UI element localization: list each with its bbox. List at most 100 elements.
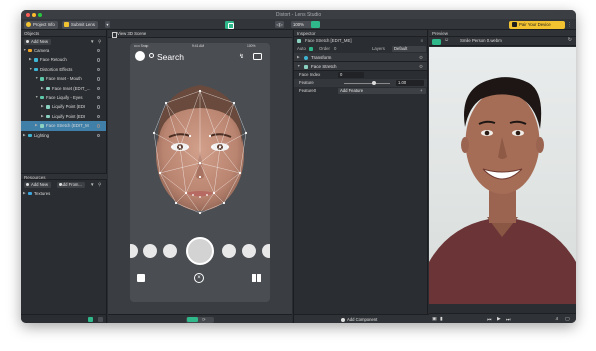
object-tree-item[interactable]: ▼ Face Liquify - Eyes <box>21 93 106 102</box>
collapse-arrow-icon[interactable]: ▼ <box>35 93 38 102</box>
object-tree-item[interactable]: ▼ Camera <box>21 46 106 55</box>
record-icon[interactable]: ▮ <box>440 317 443 322</box>
face-stretch-menu-icon[interactable]: ⚙ <box>419 62 423 71</box>
person-icon[interactable]: ☺ <box>444 37 449 43</box>
resources-filter-icon[interactable]: ▼ <box>90 182 94 187</box>
feature-value-input[interactable]: 1.00 <box>396 80 424 86</box>
expand-arrow-icon[interactable]: ▶ <box>41 84 44 93</box>
collapse-arrow-icon[interactable]: ▼ <box>23 46 26 55</box>
lens-carousel-item[interactable] <box>242 244 256 258</box>
more-options-icon[interactable]: ⋮ <box>567 22 572 28</box>
expand-arrow-icon[interactable]: ▼ <box>297 62 300 71</box>
project-info-button[interactable]: Project Info <box>24 20 58 29</box>
phone-icon <box>512 22 517 27</box>
visibility-toggle-icon[interactable] <box>96 133 100 137</box>
preview-toolbar: ☺ Smile Person 0.webm ↻ <box>429 37 576 46</box>
add-component-button[interactable]: Add Component <box>340 317 377 323</box>
visibility-toggle-icon[interactable] <box>96 114 100 119</box>
orientation-icon[interactable]: ⟳ <box>202 317 206 322</box>
expand-arrow-icon[interactable]: ▶ <box>29 55 32 64</box>
pair-device-button[interactable]: Pair Your Device <box>509 20 565 29</box>
visibility-toggle-icon[interactable] <box>96 124 100 128</box>
object-tree-item[interactable]: ▶ Liquify Point (EDI <box>21 112 106 121</box>
visibility-toggle-icon[interactable] <box>96 77 100 81</box>
lens-carousel-item[interactable] <box>262 244 270 258</box>
resources-view-icon[interactable] <box>98 317 103 322</box>
objects-view-icon[interactable] <box>88 317 93 322</box>
visibility-toggle-icon[interactable] <box>96 58 100 62</box>
folder-icon <box>28 192 32 196</box>
skip-forward-icon[interactable]: ⏭ <box>506 317 510 323</box>
lens-carousel-item[interactable] <box>130 244 138 258</box>
add-new-object-button[interactable]: Add New <box>24 38 51 45</box>
expand-arrow-icon[interactable]: ▶ <box>35 121 38 130</box>
camera-flip-icon <box>253 53 262 60</box>
expand-arrow-icon[interactable]: ▶ <box>41 102 44 111</box>
expand-arrow-icon[interactable]: ▶ <box>41 112 44 121</box>
submit-lens-button[interactable]: Submit Lens <box>62 20 98 29</box>
preview-source-select[interactable]: Smile Person 0.webm <box>460 38 502 43</box>
fullscreen-icon[interactable]: ▢ <box>565 317 570 322</box>
volume-icon[interactable]: ♬ <box>555 317 560 322</box>
add-feature-plus-icon[interactable]: + <box>420 87 423 95</box>
order-value[interactable]: 0 <box>334 45 336 53</box>
transform-menu-icon[interactable]: ⚙ <box>419 53 423 62</box>
expand-arrow-icon[interactable]: ▶ <box>23 131 26 140</box>
feature-slider-handle[interactable] <box>371 80 377 86</box>
preview-mode-icon[interactable] <box>432 38 441 45</box>
object-tree-item[interactable]: ▼ Face Inset - Mouth <box>21 74 106 83</box>
collapse-arrow-icon[interactable]: ▼ <box>29 65 32 74</box>
collapse-arrow-icon[interactable]: ▼ <box>35 74 38 83</box>
object-tree-label: Face Retouch <box>40 57 67 63</box>
play-icon[interactable]: ▶ <box>497 317 501 322</box>
object-tree-item[interactable]: ▶ Lighting <box>21 131 106 140</box>
feature-slider[interactable] <box>344 82 390 84</box>
phone-search-label: Search <box>157 51 184 62</box>
resource-item-textures[interactable]: ▶ Textures <box>21 189 107 198</box>
add-feature-select[interactable]: Add Feature <box>338 88 426 94</box>
face-stretch-section[interactable]: ▼ Face Stretch ⚙ <box>294 62 427 71</box>
object-tree-item[interactable]: ▶ Face Inset (EDIT_... <box>21 84 106 93</box>
filter-icon[interactable]: ▼ <box>90 39 94 44</box>
skip-back-icon[interactable]: ⏮ <box>487 317 491 323</box>
camera-switch-icon[interactable]: ◁▷ <box>275 21 284 28</box>
object-tree-label: Distortion Effects <box>40 66 73 72</box>
add-new-resource-button[interactable]: Add New <box>24 181 51 188</box>
screenshot-icon[interactable]: ▣ <box>432 317 437 322</box>
grid-view-icon[interactable] <box>187 317 198 322</box>
view-3d-scene-button[interactable]: View 3D Scene <box>111 31 146 38</box>
lens-carousel-item[interactable] <box>222 244 236 258</box>
object-tree-item[interactable]: ▶ Face Stretch (EDIT_M <box>21 121 106 131</box>
submit-dropdown-chevron-icon[interactable]: ▾ <box>105 21 110 28</box>
object-tree-item[interactable]: ▶ Face Retouch <box>21 55 106 64</box>
object-name-field[interactable]: Face Stretch [EDIT_ME] <box>305 37 352 45</box>
layers-select[interactable]: Default <box>392 46 426 52</box>
preview-toggle-icon[interactable] <box>225 20 234 29</box>
capture-button[interactable] <box>186 237 214 265</box>
visibility-toggle-icon[interactable] <box>96 49 100 53</box>
face-icon <box>40 95 44 100</box>
resources-toolbar: Add New Add From... ▼ ⚲ <box>21 180 107 189</box>
object-tree-item[interactable]: ▼ Distortion Effects <box>21 65 106 74</box>
face-index-input[interactable]: 0 <box>338 72 364 78</box>
object-tree-label: Lighting <box>34 132 50 138</box>
auto-checkbox[interactable] <box>309 47 313 51</box>
refresh-icon[interactable]: ↻ <box>568 37 572 43</box>
search-magnifier-icon <box>149 53 154 58</box>
visibility-toggle-icon[interactable] <box>96 67 100 72</box>
transform-section[interactable]: ▶ Transform ⚙ <box>294 53 427 62</box>
expand-arrow-icon[interactable]: ▶ <box>23 189 26 198</box>
object-tree-item[interactable]: ▶ Liquify Point (EDI <box>21 102 106 111</box>
resources-search-icon[interactable]: ⚲ <box>98 182 101 188</box>
lens-carousel-item[interactable] <box>163 244 177 258</box>
visibility-toggle-icon[interactable] <box>96 86 100 90</box>
zoom-fit-icon[interactable] <box>311 21 320 28</box>
collapse-arrow-icon[interactable]: ▶ <box>297 53 300 62</box>
search-icon[interactable]: ⚲ <box>98 39 101 45</box>
lens-carousel-item[interactable] <box>143 244 157 258</box>
add-from-button[interactable]: Add From... <box>57 181 85 188</box>
visibility-toggle-icon[interactable] <box>96 105 100 109</box>
inspector-menu-icon[interactable]: ≡ <box>420 37 423 45</box>
visibility-toggle-icon[interactable] <box>96 95 100 100</box>
feature-row: Feature 1.00 <box>294 79 427 87</box>
